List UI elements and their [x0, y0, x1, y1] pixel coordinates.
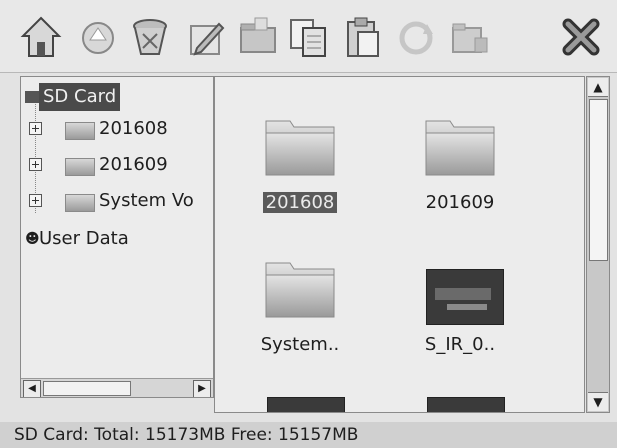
- tree-node-201609[interactable]: 201609: [21, 151, 213, 179]
- image-thumbnail: [267, 397, 345, 412]
- folder-options-icon[interactable]: [447, 12, 493, 62]
- tree-node-label: SD Card: [39, 83, 121, 111]
- tree-node-label: 201609: [99, 154, 168, 175]
- recycle-icon[interactable]: [127, 12, 173, 62]
- refresh-icon[interactable]: [393, 12, 439, 62]
- folder-icon: [265, 120, 335, 176]
- tree-node-user-data[interactable]: ☻ User Data: [21, 225, 213, 253]
- folder-tree[interactable]: SD Card 201608 201609 System Vo ☻ User D…: [20, 76, 214, 398]
- image-thumbnail: [426, 269, 504, 325]
- users-icon: ☻: [25, 231, 40, 247]
- horizontal-scrollbar[interactable]: ◀ ▶: [21, 378, 213, 397]
- folder-icon: [65, 122, 95, 140]
- expand-icon[interactable]: [29, 194, 42, 207]
- edit-icon[interactable]: [183, 12, 229, 62]
- folder-icon: [265, 262, 335, 318]
- file-name: System..: [260, 334, 340, 355]
- file-item-201609[interactable]: 201609: [395, 117, 515, 227]
- storage-status: SD Card: Total: 15173MB Free: 15157MB: [14, 425, 359, 445]
- scroll-left-icon[interactable]: ◀: [23, 380, 41, 397]
- tree-node-system-volume[interactable]: System Vo: [21, 187, 213, 215]
- file-name: 201608: [262, 192, 338, 213]
- sd-card-icon: [25, 91, 39, 103]
- scroll-thumb[interactable]: [43, 381, 131, 396]
- vertical-scrollbar[interactable]: ▲ ▼: [586, 76, 610, 413]
- folder-icon: [65, 158, 95, 176]
- file-name: 201609: [425, 192, 495, 213]
- close-icon[interactable]: [558, 12, 604, 62]
- scroll-down-icon[interactable]: ▼: [588, 392, 608, 411]
- status-bar: SD Card: Total: 15173MB Free: 15157MB: [0, 422, 617, 448]
- folder-icon: [425, 120, 495, 176]
- tree-node-label: System Vo: [99, 190, 194, 211]
- file-item-201608[interactable]: 201608: [235, 117, 355, 227]
- paste-icon[interactable]: [340, 12, 386, 62]
- image-thumbnail: [427, 397, 505, 412]
- folder-icon[interactable]: [235, 12, 281, 62]
- scroll-right-icon[interactable]: ▶: [193, 380, 211, 397]
- home-icon[interactable]: [18, 12, 64, 62]
- scroll-thumb[interactable]: [589, 99, 608, 261]
- tree-node-label: User Data: [39, 228, 129, 249]
- tree-node-sd-card[interactable]: SD Card: [21, 83, 213, 111]
- tree-node-label: 201608: [99, 118, 168, 139]
- file-name: S_IR_0..: [424, 334, 496, 355]
- scroll-up-icon[interactable]: ▲: [588, 78, 608, 97]
- file-item-s-ir[interactable]: S_IR_0..: [395, 259, 515, 369]
- copy-icon[interactable]: [285, 12, 331, 62]
- expand-icon[interactable]: [29, 158, 42, 171]
- file-item-system[interactable]: System..: [235, 259, 355, 369]
- folder-icon: [65, 194, 95, 212]
- tree-node-201608[interactable]: 201608: [21, 115, 213, 143]
- up-icon[interactable]: [75, 12, 121, 62]
- file-list[interactable]: 201608 201609 System.. S_IR_0..: [214, 76, 585, 413]
- toolbar: [0, 0, 617, 73]
- expand-icon[interactable]: [29, 122, 42, 135]
